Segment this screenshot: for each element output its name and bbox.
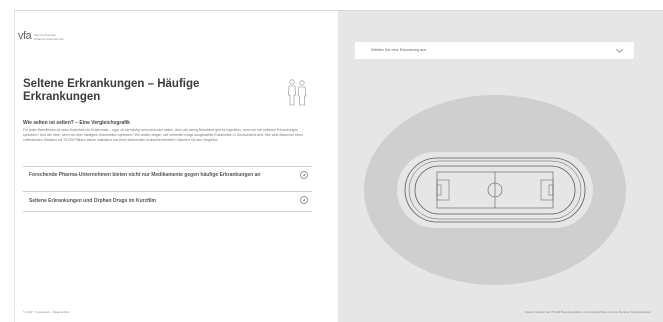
select-placeholder: Wählen Sie eine Erkrankung aus [371, 48, 427, 52]
intro-body: Für jeden Betroffenen ist seine Krankhei… [23, 128, 303, 142]
logo-text: Die forschenden Pharma-Unternehmen [34, 33, 64, 41]
expand-plus-icon[interactable] [300, 171, 308, 179]
chevron-down-icon [615, 45, 624, 54]
app-frame: vfa Die forschenden Pharma-Unternehmen S… [0, 0, 663, 322]
footer-copyright: © 2017 · Impressum · Datenschutz [23, 310, 70, 314]
page-title: Seltene Erkrankungen – Häufige Erkrankun… [23, 78, 200, 103]
accordion-label: Forschende Pharma-Unternehmen bieten nic… [29, 172, 261, 178]
logo-mark: vfa [18, 30, 32, 42]
expand-plus-icon[interactable] [300, 196, 308, 204]
vfa-logo[interactable]: vfa Die forschenden Pharma-Unternehmen [18, 30, 64, 42]
accordion-item-kurzfilm[interactable]: Seltene Erkrankungen und Orphan Drugs im… [23, 191, 312, 212]
stadium-caption: Dieses Stadion hat 75.000 Besucherplätze… [524, 310, 651, 314]
accordion-item-pharma[interactable]: Forschende Pharma-Unternehmen bieten nic… [23, 166, 312, 191]
disease-select[interactable]: Wählen Sie eine Erkrankung aus [355, 42, 634, 59]
accordion-label: Seltene Erkrankungen und Orphan Drugs im… [29, 198, 156, 204]
intro-subtitle: Wie selten ist selten? – Eine Vergleichs… [23, 120, 130, 126]
people-illustration-icon [288, 79, 307, 106]
stadium-illustration [364, 95, 626, 285]
